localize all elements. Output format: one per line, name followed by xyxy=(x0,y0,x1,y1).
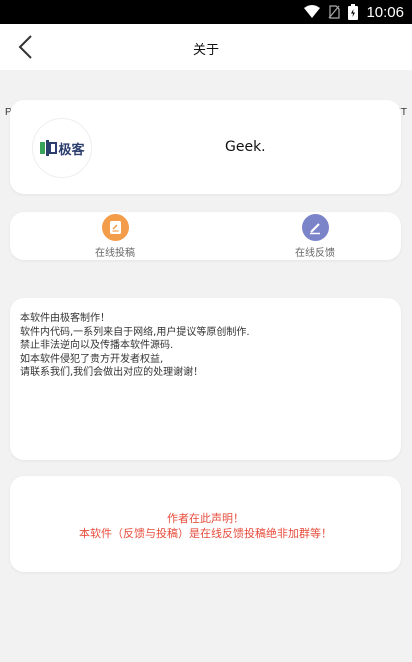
notice-line: 如本软件侵犯了贵方开发者权益, xyxy=(20,353,164,365)
wifi-icon xyxy=(304,5,321,18)
statement-title: 作者在此声明！ xyxy=(167,512,244,525)
statement-text: 本软件（反馈与投稿）是在线反馈投稿绝非加群等！ xyxy=(79,527,332,540)
notice-text: 本软件由极客制作！ 软件内代码,一系列来自于网络,用户提议等原创制作. 禁止非法… xyxy=(20,312,390,380)
feedback-icon-circle xyxy=(301,214,329,241)
battery-icon xyxy=(348,4,359,20)
app-name: Geek. xyxy=(225,139,266,155)
title-bar: 关于 xyxy=(0,24,412,70)
online-feedback-label: 在线反馈 xyxy=(295,248,335,259)
logo-text: 极客 xyxy=(58,142,85,158)
status-bar: 10:06 xyxy=(0,0,412,24)
submit-icon-circle xyxy=(101,214,129,241)
clock: 10:06 xyxy=(366,3,404,21)
notice-line: 请联系我们,我们会做出对应的处理谢谢！ xyxy=(20,367,204,378)
document-icon xyxy=(109,221,121,234)
notice-card: 本软件由极客制作！ 软件内代码,一系列来自于网络,用户提议等原创制作. 禁止非法… xyxy=(10,298,401,460)
pencil-icon xyxy=(310,222,320,234)
actions-card: 在线投稿 在线反馈 xyxy=(10,212,401,260)
statement-card: 作者在此声明！ 本软件（反馈与投稿）是在线反馈投稿绝非加群等！ xyxy=(10,476,401,572)
online-submit-label: 在线投稿 xyxy=(95,248,135,259)
status-icons: 10:06 xyxy=(304,3,404,21)
no-sim-icon xyxy=(328,5,341,19)
notice-line: 本软件由极客制作！ xyxy=(20,313,110,324)
notice-line: 禁止非法逆向以及传播本软件源码. xyxy=(20,340,174,351)
page-title: 关于 xyxy=(192,43,219,58)
logo-mark-icon xyxy=(40,140,58,156)
online-feedback-button[interactable]: 在线反馈 xyxy=(275,214,355,259)
notice-line: 软件内代码,一系列来自于网络,用户提议等原创制作. xyxy=(20,326,250,338)
app-logo: 极客 xyxy=(32,118,92,178)
online-submit-button[interactable]: 在线投稿 xyxy=(75,214,155,259)
app-info-card: 极客 Geek. xyxy=(10,100,401,194)
